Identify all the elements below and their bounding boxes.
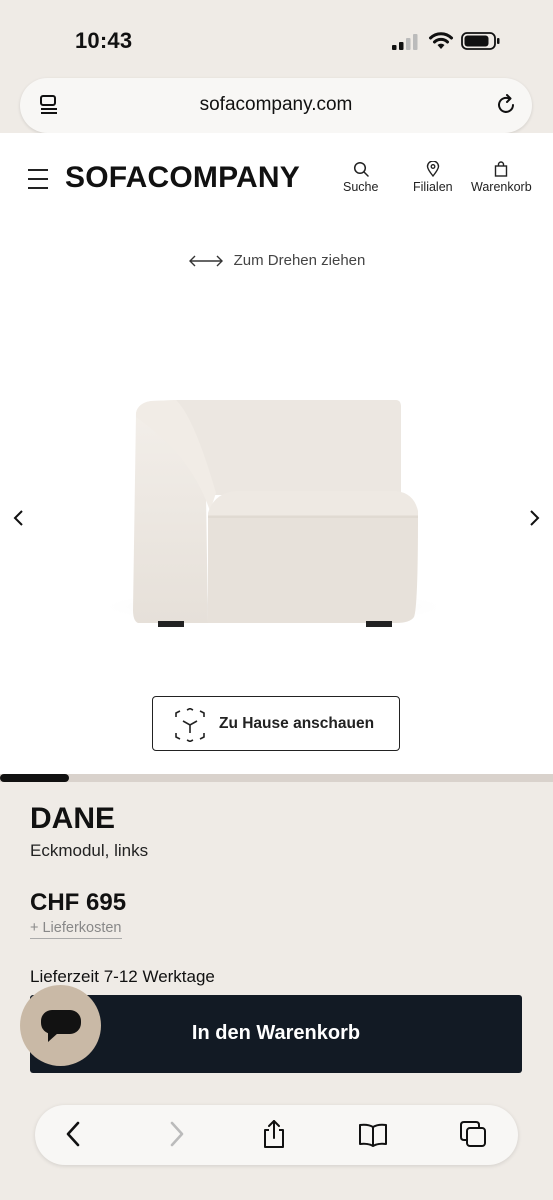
- chevron-left-icon[interactable]: [10, 509, 28, 527]
- share-icon[interactable]: [259, 1119, 289, 1149]
- wifi-icon: [429, 32, 453, 49]
- address-bar[interactable]: sofacompany.com: [20, 78, 532, 133]
- web-page: SOFACOMPANY Suche Filialen Warenkorb Zum…: [0, 133, 553, 778]
- nav-cart[interactable]: Warenkorb: [471, 161, 532, 194]
- site-logo[interactable]: SOFACOMPANY: [65, 161, 300, 195]
- product-price: CHF 695: [30, 889, 127, 916]
- rotate-hint: Zum Drehen ziehen: [0, 252, 553, 269]
- add-to-cart-button[interactable]: In den Warenkorb: [30, 995, 522, 1073]
- nav-search[interactable]: Suche: [343, 161, 378, 194]
- forward-icon[interactable]: [161, 1119, 191, 1149]
- product-subtitle: Eckmodul, links: [30, 841, 149, 860]
- rotate-hint-label: Zum Drehen ziehen: [233, 252, 366, 269]
- delivery-time: Lieferzeit 7-12 Werktage: [30, 967, 215, 986]
- double-arrow-icon: [188, 255, 223, 267]
- url-text[interactable]: sofacompany.com: [20, 94, 532, 116]
- back-icon[interactable]: [59, 1119, 89, 1149]
- ar-cube-icon: [175, 708, 205, 742]
- search-icon: [353, 161, 369, 177]
- view-in-room-label: Zu Hause anschauen: [219, 715, 375, 732]
- chat-button[interactable]: [20, 985, 101, 1066]
- nav-search-label: Suche: [343, 180, 379, 194]
- view-in-room-button[interactable]: Zu Hause anschauen: [152, 696, 400, 751]
- status-time: 10:43: [75, 28, 133, 53]
- gallery-progress-fill: [0, 774, 70, 782]
- product-name: DANE: [30, 802, 116, 835]
- browser-toolbar: [35, 1105, 518, 1165]
- nav-stores-label: Filialen: [413, 180, 453, 194]
- site-header: SOFACOMPANY Suche Filialen Warenkorb: [0, 133, 553, 223]
- nav-stores[interactable]: Filialen: [413, 161, 453, 194]
- bookmarks-icon[interactable]: [358, 1119, 388, 1149]
- tabs-icon[interactable]: [458, 1119, 488, 1149]
- status-bar: 10:43: [0, 0, 553, 78]
- shopping-bag-icon: [495, 161, 508, 177]
- chevron-right-icon[interactable]: [525, 509, 543, 527]
- delivery-cost-link[interactable]: + Lieferkosten: [30, 920, 122, 939]
- cellular-signal-icon: [392, 34, 418, 50]
- nav-cart-label: Warenkorb: [471, 180, 532, 194]
- location-pin-icon: [426, 161, 439, 177]
- chat-bubble-icon: [41, 1010, 81, 1042]
- battery-icon: [461, 32, 500, 50]
- gallery-progress-bar: [0, 774, 553, 782]
- product-image[interactable]: [96, 395, 451, 630]
- reload-icon[interactable]: [494, 93, 518, 117]
- add-to-cart-label: In den Warenkorb: [191, 1022, 361, 1044]
- menu-icon[interactable]: [28, 169, 48, 189]
